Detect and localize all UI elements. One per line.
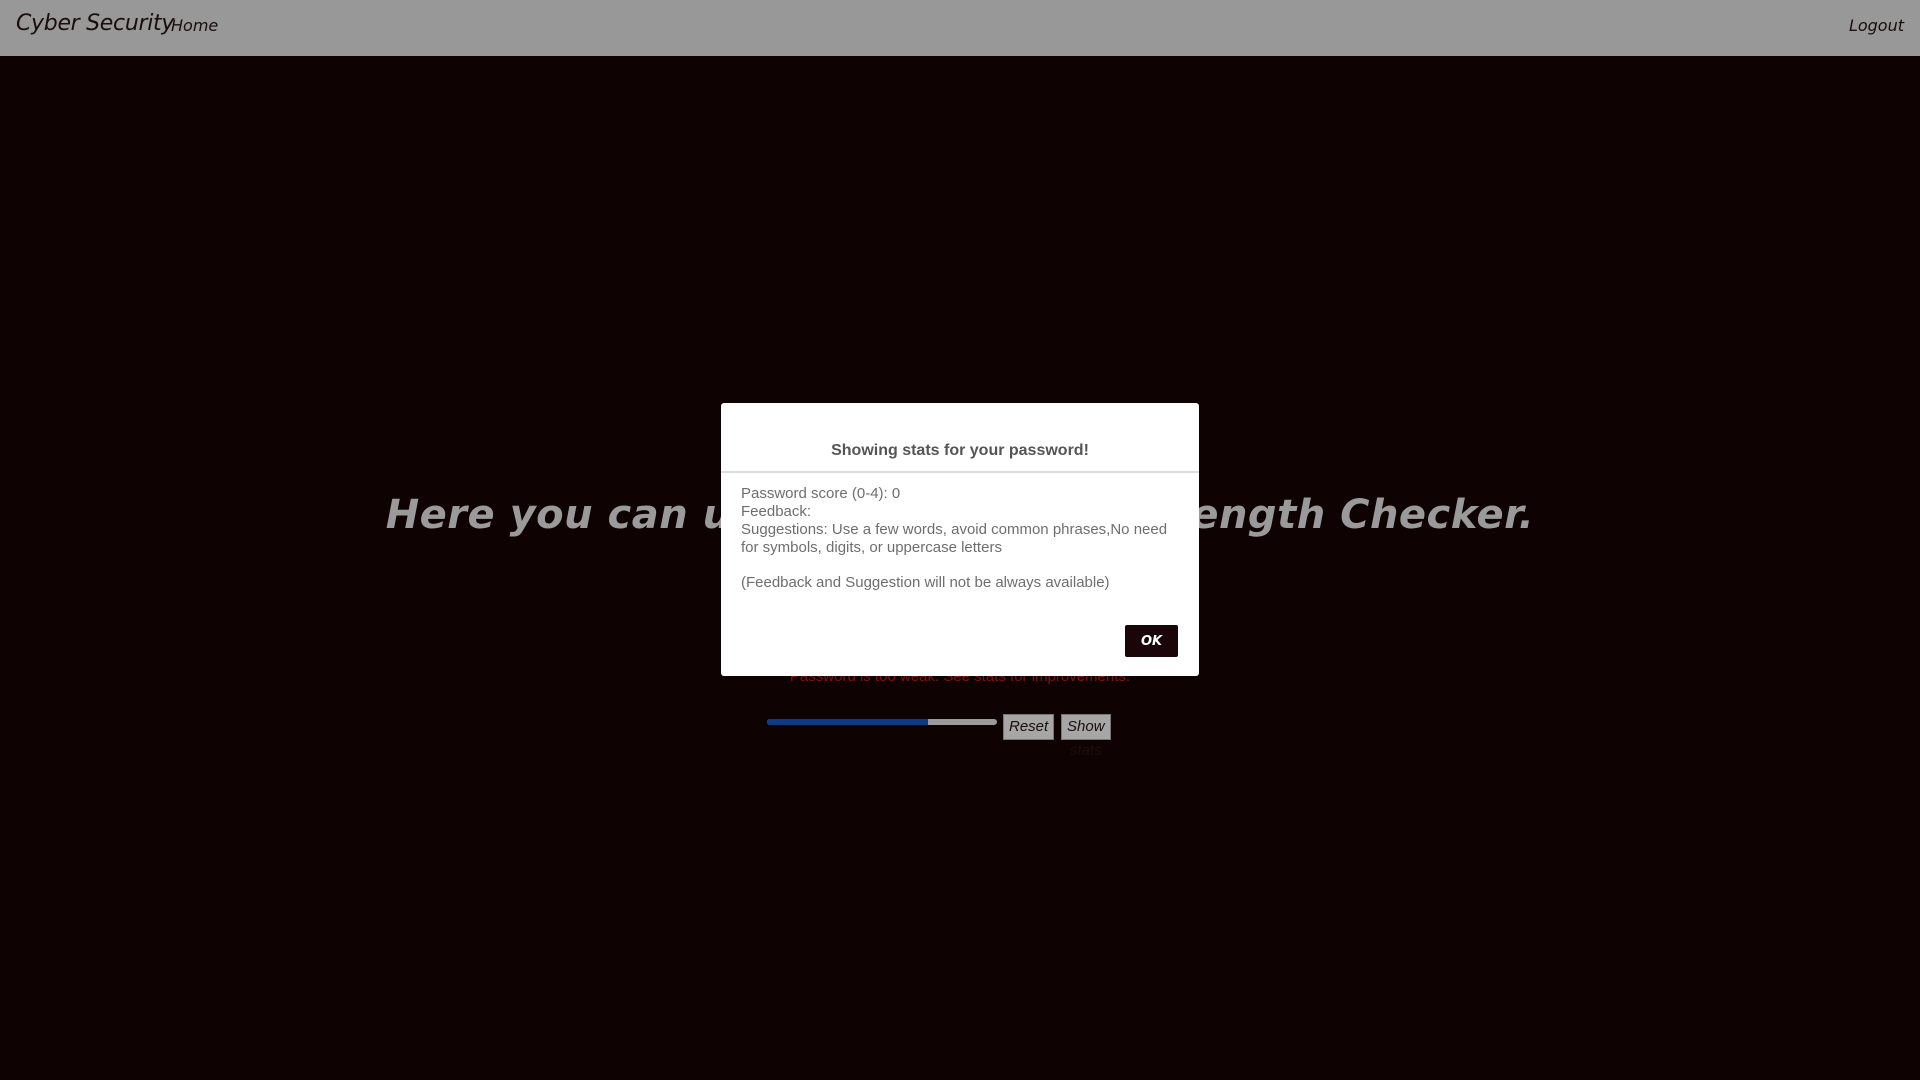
ok-button[interactable]: OK	[1125, 625, 1178, 657]
modal-overlay: Showing stats for your password! Passwor…	[0, 0, 1920, 1080]
stats-modal: Showing stats for your password! Passwor…	[721, 403, 1199, 676]
suggestions-text: Suggestions: Use a few words, avoid comm…	[741, 521, 1168, 556]
availability-note: (Feedback and Suggestion will not be alw…	[741, 574, 1110, 591]
modal-divider	[721, 471, 1199, 473]
feedback-text: Feedback:	[741, 503, 812, 520]
modal-body: Password score (0-4): 0 Feedback: Sugges…	[741, 485, 1181, 592]
password-score: Password score (0-4): 0	[741, 485, 901, 502]
modal-title: Showing stats for your password!	[831, 442, 1089, 459]
